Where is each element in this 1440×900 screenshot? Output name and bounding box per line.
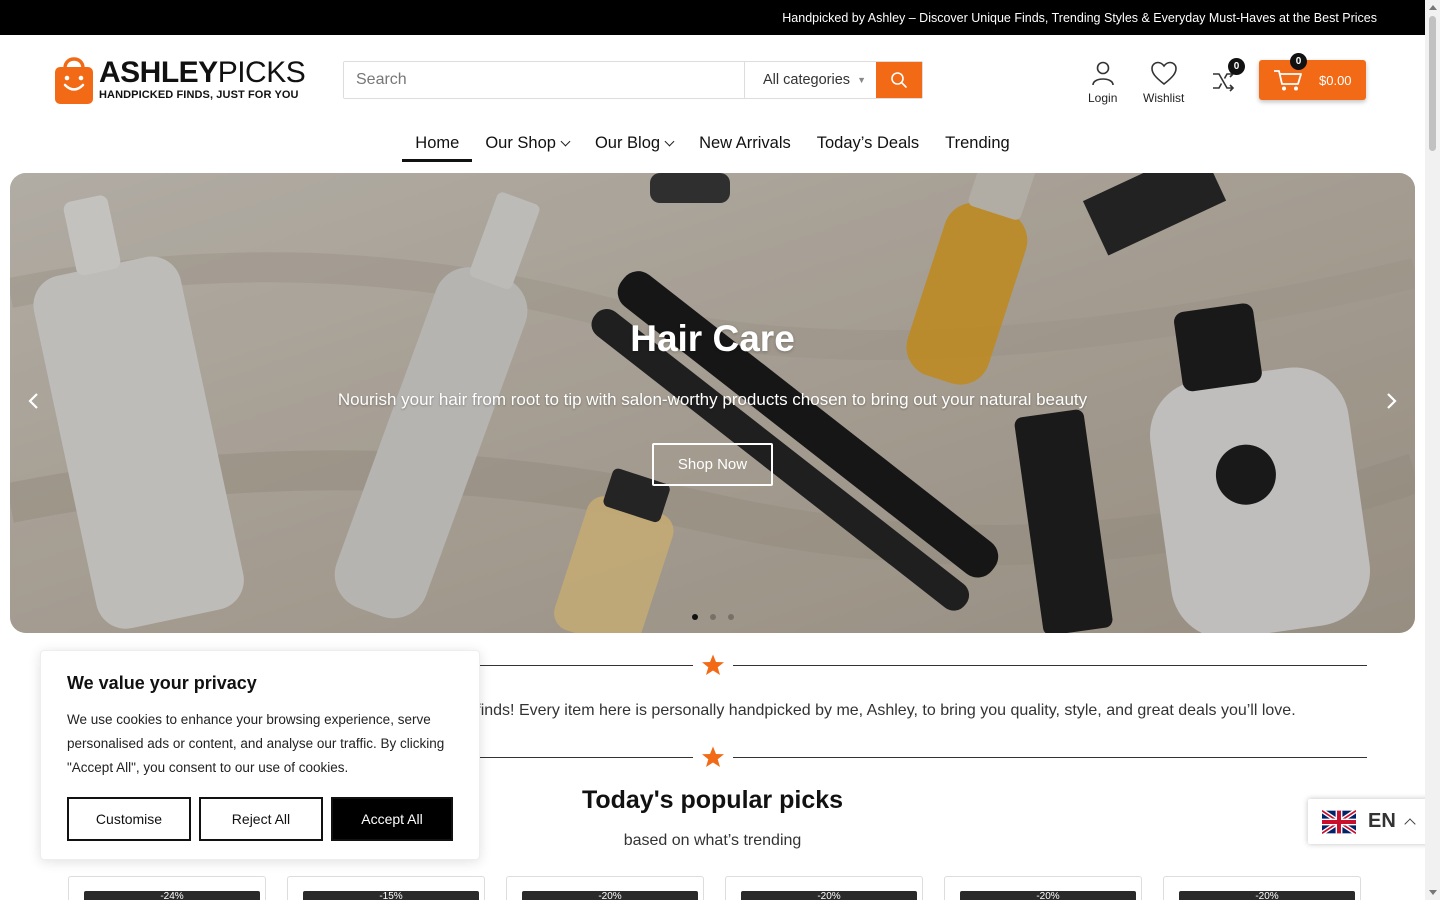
search-icon <box>891 72 907 88</box>
chevron-down-icon: ▼ <box>857 75 866 85</box>
logo-tagline: HANDPICKED FINDS, JUST FOR YOU <box>99 88 299 101</box>
uk-flag-icon <box>1322 808 1356 835</box>
discount-badge: -20% <box>522 891 698 900</box>
compare-link[interactable]: 0 <box>1211 58 1245 95</box>
discount-badge: -15% <box>303 891 479 900</box>
shopping-bag-logo-icon <box>54 52 94 105</box>
nav-our-shop[interactable]: Our Shop <box>472 129 582 162</box>
cookie-title: We value your privacy <box>67 673 257 693</box>
nav-trending[interactable]: Trending <box>932 129 1023 162</box>
product-card[interactable]: -20% <box>1163 876 1361 900</box>
search-button[interactable] <box>876 62 922 98</box>
site-logo[interactable]: ASHLEYPICKS HANDPICKED FINDS, JUST FOR Y… <box>54 52 306 105</box>
wishlist-label: Wishlist <box>1143 91 1185 105</box>
cart-total: $0.00 <box>1319 72 1352 88</box>
product-card-row: -24% -15% -20% -20% -20% -20% <box>68 876 1361 900</box>
star-divider <box>460 745 1367 769</box>
chevron-down-icon <box>664 136 675 147</box>
slider-pagination <box>10 614 1415 620</box>
main-navigation: Home Our Shop Our Blog New Arrivals Toda… <box>0 125 1425 173</box>
nav-home[interactable]: Home <box>402 129 473 162</box>
nav-todays-deals[interactable]: Today’s Deals <box>804 129 932 162</box>
slider-prev-arrow-icon[interactable] <box>24 391 44 411</box>
hero-subtitle: Nourish your hair from root to tip with … <box>337 390 1088 409</box>
page-scrollbar[interactable] <box>1425 0 1440 900</box>
product-card[interactable]: -15% <box>287 876 485 900</box>
language-switcher[interactable]: EN <box>1308 799 1425 844</box>
slider-dot[interactable] <box>727 614 734 620</box>
shop-now-button[interactable]: Shop Now <box>651 443 774 486</box>
customise-button[interactable]: Customise <box>67 797 191 841</box>
product-card[interactable]: -24% <box>68 876 266 900</box>
hero-slider: Hair Care Nourish your hair from root to… <box>10 173 1415 633</box>
product-card[interactable]: -20% <box>506 876 704 900</box>
discount-badge: -20% <box>960 891 1136 900</box>
accept-all-button[interactable]: Accept All <box>330 797 453 841</box>
star-divider <box>460 653 1367 677</box>
star-icon <box>702 746 724 767</box>
login-link[interactable]: Login <box>1088 60 1117 105</box>
cart-count-badge: 0 <box>1290 53 1307 70</box>
cookie-consent-banner: We value your privacy We use cookies to … <box>40 650 480 860</box>
scroll-up-arrow-icon[interactable] <box>1429 5 1437 10</box>
nav-our-blog[interactable]: Our Blog <box>582 129 686 162</box>
product-card[interactable]: -20% <box>944 876 1142 900</box>
hero-title: Hair Care <box>630 318 795 359</box>
reject-all-button[interactable]: Reject All <box>198 797 323 841</box>
cookie-text: We use cookies to enhance your browsing … <box>67 712 445 775</box>
discount-badge: -24% <box>84 891 260 900</box>
slider-dot[interactable] <box>691 614 698 620</box>
scroll-down-arrow-icon[interactable] <box>1429 890 1437 895</box>
star-icon <box>702 654 724 675</box>
login-label: Login <box>1088 91 1118 105</box>
page: Handpicked by Ashley – Discover Unique F… <box>0 0 1425 900</box>
heart-icon <box>1150 61 1177 86</box>
chevron-up-icon <box>1404 817 1416 830</box>
language-code: EN <box>1368 810 1396 832</box>
slider-next-arrow-icon[interactable] <box>1381 391 1401 411</box>
search-input[interactable] <box>344 62 744 98</box>
slider-dot[interactable] <box>709 614 716 620</box>
search-bar: All categories ▼ <box>343 61 923 99</box>
chevron-down-icon <box>560 136 571 147</box>
wishlist-link[interactable]: Wishlist <box>1143 60 1184 105</box>
discount-badge: -20% <box>1179 891 1355 900</box>
category-select-value: All categories <box>763 72 851 88</box>
top-announcement-bar: Handpicked by Ashley – Discover Unique F… <box>0 0 1425 35</box>
site-header: ASHLEYPICKS HANDPICKED FINDS, JUST FOR Y… <box>0 35 1425 125</box>
product-card[interactable]: -20% <box>725 876 923 900</box>
announcement-text: Handpicked by Ashley – Discover Unique F… <box>782 10 1377 25</box>
compare-count-badge: 0 <box>1228 58 1245 75</box>
category-select[interactable]: All categories ▼ <box>744 62 876 98</box>
user-icon <box>1091 61 1114 86</box>
cart-button[interactable]: 0 $0.00 <box>1259 53 1366 100</box>
discount-badge: -20% <box>741 891 917 900</box>
hero-content: Hair Care Nourish your hair from root to… <box>10 318 1415 486</box>
cart-icon <box>1274 70 1302 91</box>
logo-wordmark: ASHLEYPICKS <box>99 55 306 89</box>
scrollbar-thumb[interactable] <box>1429 16 1436 151</box>
nav-new-arrivals[interactable]: New Arrivals <box>686 129 804 162</box>
